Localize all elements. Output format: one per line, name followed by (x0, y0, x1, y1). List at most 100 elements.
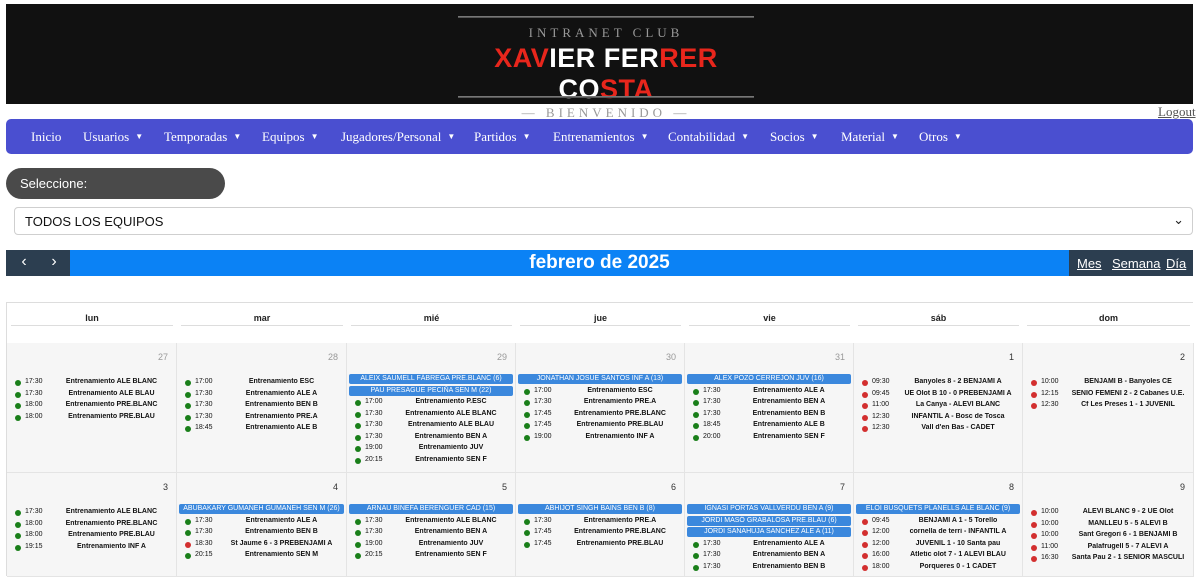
nav-item-entrenamientos[interactable]: Entrenamientos ▼ (553, 129, 649, 145)
birthday-event-bar[interactable]: ALEIX SAUMELL FÁBREGA PRE.BLANC (6) (349, 374, 513, 384)
day-cell[interactable]: 30 JONATHAN JOSUE SANTOS INF A (13) 17:00 E… (516, 343, 685, 473)
day-number[interactable]: 30 (666, 352, 676, 362)
calendar-event[interactable]: 17:30 Entrenamiento ALE BLAU (355, 421, 511, 432)
day-cell[interactable]: 8 ELOI BUSQUETS PLANELLS ALE BLANC (9) 09:… (854, 473, 1023, 577)
calendar-event[interactable]: 17:00 Entrenamiento ESC (185, 378, 342, 389)
calendar-event[interactable]: 09:45 BENJAMI A 1 - 5 Torello (862, 517, 1018, 528)
calendar-event[interactable]: 20:15 Entrenamiento SEN F (355, 551, 511, 562)
calendar-event[interactable]: 17:45 Entrenamiento PRE.BLANC (524, 410, 680, 421)
calendar-event[interactable]: 12:00 cornella de terri - INFANTIL A (862, 528, 1018, 539)
calendar-event[interactable]: 17:30 Entrenamiento BEN A (693, 398, 849, 409)
view-day-link[interactable]: Día (1166, 256, 1186, 271)
calendar-event[interactable]: 17:30 Entrenamiento ALE BLANC (355, 517, 511, 528)
day-number[interactable]: 8 (1009, 482, 1014, 492)
birthday-event-bar[interactable]: ALEX POZO CERREJÓN JUV (16) (687, 374, 851, 384)
calendar-event[interactable]: 16:30 Santa Pau 2 - 1 SENIOR MASCULI (1031, 554, 1189, 565)
calendar-event[interactable]: 09:45 UE Olot B 10 - 0 PREBENJAMI A (862, 390, 1018, 401)
birthday-event-bar[interactable]: IGNASI PORTAS VALLVERDÚ BEN A (9) (687, 504, 851, 514)
day-cell[interactable]: 7 IGNASI PORTAS VALLVERDÚ BEN A (9) JORDI … (685, 473, 854, 577)
nav-item-equipos[interactable]: Equipos ▼ (262, 129, 319, 145)
calendar-event[interactable]: 17:00 Entrenamiento P.ESC (355, 398, 511, 409)
calendar-event[interactable]: 18:00 Entrenamiento PRE.BLAU (15, 413, 172, 424)
day-number[interactable]: 7 (840, 482, 845, 492)
day-number[interactable]: 3 (163, 482, 168, 492)
day-number[interactable]: 4 (333, 482, 338, 492)
day-number[interactable]: 5 (502, 482, 507, 492)
day-cell[interactable]: 29 ALEIX SAUMELL FÁBREGA PRE.BLANC (6) PAU… (347, 343, 516, 473)
day-cell[interactable]: 31 ALEX POZO CERREJÓN JUV (16) 17:30 Entren… (685, 343, 854, 473)
birthday-event-bar[interactable]: JONATHAN JOSUE SANTOS INF A (13) (518, 374, 682, 384)
day-number[interactable]: 31 (835, 352, 845, 362)
calendar-event[interactable]: 10:00 BENJAMI B - Banyoles CE (1031, 378, 1189, 389)
calendar-event[interactable]: 17:45 Entrenamiento PRE.BLANC (524, 528, 680, 539)
calendar-event[interactable]: 17:30 Entrenamiento BEN A (355, 433, 511, 444)
calendar-event[interactable]: 17:30 Entrenamiento ALE A (185, 517, 342, 528)
view-week-link[interactable]: Semana (1112, 256, 1160, 271)
nav-item-inicio[interactable]: Inicio (31, 129, 61, 145)
calendar-event[interactable]: 17:30 Entrenamiento BEN B (693, 563, 849, 574)
day-number[interactable]: 6 (671, 482, 676, 492)
day-cell[interactable]: 5 ARNAU BINEFA BERENGUER CAD (15) 17:30 Ent… (347, 473, 516, 577)
calendar-event[interactable]: 12:30 INFANTIL A - Bosc de Tosca (862, 413, 1018, 424)
calendar-event[interactable]: 17:45 Entrenamiento PRE.BLAU (524, 421, 680, 432)
calendar-event[interactable]: 20:00 Entrenamiento SEN F (693, 433, 849, 444)
day-number[interactable]: 1 (1009, 352, 1014, 362)
day-cell[interactable]: 3 17:30 Entrenamiento ALE BLANC 18:00 Entren… (7, 473, 177, 577)
day-number[interactable]: 28 (328, 352, 338, 362)
calendar-event[interactable]: 17:30 Entrenamiento BEN A (355, 528, 511, 539)
calendar-event[interactable]: 18:30 St Jaume 6 - 3 PREBENJAMI A (185, 540, 342, 551)
birthday-event-bar[interactable]: ABHIJOT SINGH BAINS BEN B (8) (518, 504, 682, 514)
day-number[interactable]: 27 (158, 352, 168, 362)
calendar-event[interactable]: 17:30 Entrenamiento BEN B (693, 410, 849, 421)
birthday-event-bar[interactable]: ARNAU BINEFA BERENGUER CAD (15) (349, 504, 513, 514)
calendar-event[interactable]: 19:00 Entrenamiento JUV (355, 540, 511, 551)
calendar-event[interactable]: 18:00 Entrenamiento PRE.BLANC (15, 401, 172, 412)
calendar-event[interactable]: 18:00 Porqueres 0 - 1 CADET (862, 563, 1018, 574)
calendar-event[interactable]: 16:00 Atletic olot 7 - 1 ALEVI BLAU (862, 551, 1018, 562)
calendar-event[interactable]: 17:30 Entrenamiento ALE A (693, 540, 849, 551)
day-cell[interactable]: 27 17:30 Entrenamiento ALE BLANC 17:30 Entre… (7, 343, 177, 473)
calendar-event[interactable]: 17:30 Entrenamiento PRE.A (185, 413, 342, 424)
calendar-event[interactable]: 18:00 Entrenamiento PRE.BLANC (15, 520, 172, 531)
day-number[interactable]: 2 (1180, 352, 1185, 362)
nav-item-material[interactable]: Material ▼ (841, 129, 899, 145)
calendar-event[interactable]: 17:30 Entrenamiento ALE A (185, 390, 342, 401)
day-cell[interactable]: 4 ABUBAKARY GUMANEH GUMANEH SEN M (26) 17:… (177, 473, 347, 577)
calendar-event[interactable]: 10:00 ALEVI BLANC 9 - 2 UE Olot (1031, 508, 1189, 519)
calendar-event[interactable]: 12:00 JUVENIL 1 - 10 Santa pau (862, 540, 1018, 551)
calendar-event[interactable]: 11:00 La Canya - ALEVI BLANC (862, 401, 1018, 412)
calendar-event[interactable]: 17:45 Entrenamiento PRE.BLAU (524, 540, 680, 551)
calendar-event[interactable]: 17:00 Entrenamiento ESC (524, 387, 680, 398)
calendar-event[interactable]: 19:00 Entrenamiento INF A (524, 433, 680, 444)
day-cell[interactable]: 6 ABHIJOT SINGH BAINS BEN B (8) 17:30 Entre… (516, 473, 685, 577)
day-cell[interactable]: 2 10:00 BENJAMI B - Banyoles CE 12:15 SÈNIO … (1023, 343, 1194, 473)
calendar-event[interactable]: 17:30 Entrenamiento ALE A (693, 387, 849, 398)
calendar-event[interactable]: 17:30 Entrenamiento PRE.A (524, 517, 680, 528)
calendar-event[interactable]: 18:45 Entrenamiento ALE B (693, 421, 849, 432)
calendar-event[interactable]: 20:15 Entrenamiento SEN M (185, 551, 342, 562)
calendar-event[interactable]: 12:15 SÈNIO FEMENI 2 - 2 Cabanes U.E. (1031, 390, 1189, 401)
calendar-event[interactable]: 12:30 Vall d'en Bas - CADET (862, 424, 1018, 435)
team-select[interactable]: TODOS LOS EQUIPOS ⌄ (14, 207, 1193, 235)
calendar-event[interactable]: 17:30 Entrenamiento ALE BLAU (15, 390, 172, 401)
birthday-event-bar[interactable]: JORDI MASÓ GRABALOSA PRE.BLAU (6) (687, 515, 851, 526)
calendar-event[interactable]: 12:30 Cf Les Preses 1 - 1 JUVENIL (1031, 401, 1189, 412)
birthday-event-bar[interactable]: ELOI BUSQUETS PLANELLS ALE BLANC (9) (856, 504, 1020, 514)
calendar-event[interactable]: 10:00 MANLLEU 5 - 5 ALEVI B (1031, 520, 1189, 531)
nav-item-temporadas[interactable]: Temporadas ▼ (164, 129, 241, 145)
nav-item-partidos[interactable]: Partidos ▼ (474, 129, 531, 145)
calendar-event[interactable]: 17:30 Entrenamiento ALE BLANC (15, 508, 172, 519)
calendar-event[interactable]: 17:30 Entrenamiento ALE BLANC (355, 410, 511, 421)
day-number[interactable]: 29 (497, 352, 507, 362)
calendar-event[interactable]: 11:00 Palafrugell 5 - 7 ALEVI A (1031, 543, 1189, 554)
calendar-event[interactable]: 10:00 Sant Gregori 6 - 1 BENJAMI B (1031, 531, 1189, 542)
calendar-event[interactable]: 18:45 Entrenamiento ALE B (185, 424, 342, 435)
view-month-link[interactable]: Mes (1077, 256, 1102, 271)
nav-item-usuarios[interactable]: Usuarios ▼ (83, 129, 143, 145)
calendar-event[interactable]: 17:30 Entrenamiento ALE BLANC (15, 378, 172, 389)
calendar-event[interactable]: 20:15 Entrenamiento SEN F (355, 456, 511, 467)
calendar-event[interactable]: 17:30 Entrenamiento BEN A (693, 551, 849, 562)
day-cell[interactable]: 1 09:30 Banyoles 8 - 2 BENJAMI A 09:45 UE Ol… (854, 343, 1023, 473)
day-number[interactable]: 9 (1180, 482, 1185, 492)
calendar-event[interactable]: 09:30 Banyoles 8 - 2 BENJAMI A (862, 378, 1018, 389)
